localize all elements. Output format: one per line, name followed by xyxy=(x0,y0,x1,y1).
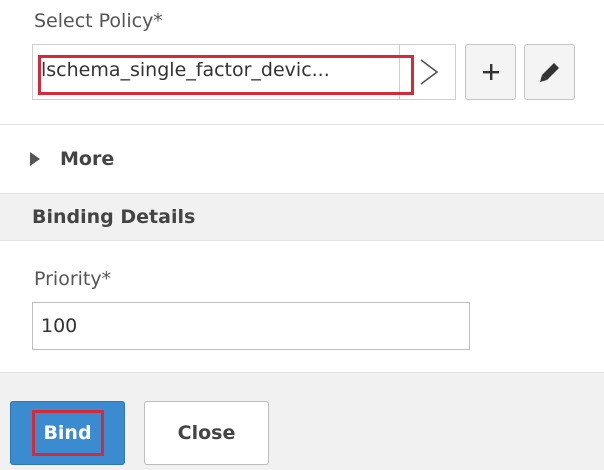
select-policy-label: Select Policy* xyxy=(34,10,163,32)
more-label: More xyxy=(60,148,115,170)
priority-label: Priority* xyxy=(34,268,112,290)
add-policy-button[interactable] xyxy=(465,44,516,100)
close-button-label: Close xyxy=(177,422,236,444)
bind-button-highlight: Bind xyxy=(31,410,104,456)
plus-icon xyxy=(482,64,499,80)
priority-input[interactable] xyxy=(32,302,470,350)
policy-select-value: lschema_single_factor_devic... xyxy=(41,59,330,81)
bind-button[interactable]: Bind xyxy=(10,401,125,465)
divider xyxy=(0,124,604,125)
binding-details-title: Binding Details xyxy=(32,206,196,228)
policy-select[interactable]: lschema_single_factor_devic... xyxy=(32,44,456,100)
more-toggle[interactable]: More xyxy=(30,148,114,170)
pencil-icon xyxy=(539,63,559,82)
binding-details-header: Binding Details xyxy=(0,193,604,241)
caret-right-icon xyxy=(30,152,40,166)
chevron-right-icon[interactable] xyxy=(417,58,441,86)
edit-policy-button[interactable] xyxy=(524,44,575,100)
bind-button-label: Bind xyxy=(43,422,92,444)
select-divider xyxy=(399,45,400,99)
close-button[interactable]: Close xyxy=(144,401,269,465)
dialog-footer: Bind Close xyxy=(0,372,604,470)
